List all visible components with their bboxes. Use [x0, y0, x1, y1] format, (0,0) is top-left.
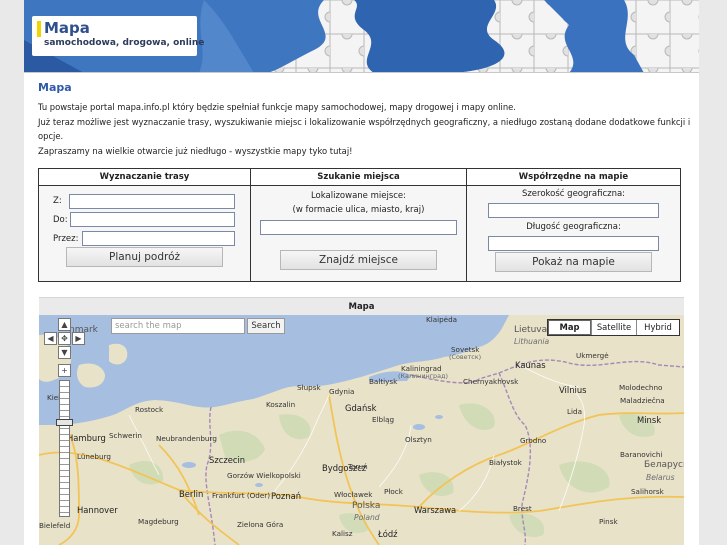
map-city-label: Schwerin [109, 431, 142, 440]
map-city-label: Chernyakhovsk [463, 377, 519, 386]
logo[interactable]: Mapa samochodowa, drogowa, online [32, 16, 204, 56]
pan-down-icon[interactable]: ▼ [58, 346, 71, 359]
place-label: Lokalizowane miejsce: [310, 191, 407, 201]
map-city-label: Kalisz [332, 529, 353, 538]
map-city-label: Kaunas [515, 360, 546, 370]
map-city-label: Lida [567, 407, 582, 416]
place-input[interactable] [260, 220, 457, 235]
map-city-label: Magdeburg [138, 517, 179, 526]
from-label: Z: [53, 196, 62, 206]
map-city-label: Brest [513, 504, 532, 513]
map-city-label: Salihorsk [631, 487, 664, 496]
intro-text-line: opcje. [38, 131, 64, 141]
show-on-map-button[interactable]: Pokaż na mapie [495, 252, 652, 272]
map-city-label: Neubrandenburg [156, 434, 217, 443]
map-city-label: Koszalin [266, 400, 296, 409]
longitude-label: Długość geograficzna: [526, 222, 621, 232]
map-type-satellite-button[interactable]: Satellite [591, 320, 636, 335]
map-city-label: Olsztyn [405, 435, 432, 444]
map-city-label: (Советск) [449, 353, 482, 361]
map-search-input[interactable]: search the map [111, 318, 245, 334]
map-city-label: Włocławek [334, 490, 373, 499]
map-city-label: Białystok [489, 458, 522, 467]
map-city-label: Warszawa [414, 505, 457, 515]
map-city-label: Berlin [179, 489, 204, 499]
map-city-label: Poznań [271, 491, 302, 501]
map-country-label: Belarus [646, 473, 675, 482]
map-country-label: Lithuania [514, 337, 550, 346]
find-place-button[interactable]: Znajdź miejsce [280, 250, 437, 270]
pan-right-icon[interactable]: ▶ [72, 332, 85, 345]
map-country-label: Polska [352, 501, 381, 511]
zoom-in-icon[interactable]: + [58, 364, 71, 377]
map-city-label: Frankfurt (Oder) [212, 491, 271, 500]
place-search-heading: Szukanie miejsca [251, 169, 466, 186]
map-city-label: Gorzów Wielkopolski [227, 471, 301, 480]
route-heading: Wyznaczanie trasy [39, 169, 250, 186]
latitude-input[interactable] [488, 203, 659, 218]
map-section: Mapa Lietuva Lithuania Polska Poland Бел… [39, 297, 684, 545]
map-type-switcher: Map Satellite Hybrid [547, 319, 680, 336]
map-city-label: Zielona Góra [237, 520, 284, 529]
route-to-input[interactable] [70, 212, 235, 227]
coordinates-panel: Współrzędne na mapie Szerokość geografic… [467, 169, 680, 281]
logo-title: Mapa [44, 19, 90, 37]
map-canvas[interactable]: Lietuva Lithuania Polska Poland Беларусь Bela… [39, 315, 684, 545]
route-via-input[interactable] [82, 231, 235, 246]
page-title: Mapa [38, 81, 72, 94]
map-city-label: Gdynia [329, 387, 355, 396]
intro-text-line: Już teraz możliwe jest wyznaczanie trasy… [38, 116, 691, 127]
map-city-label: Klaipėda [426, 315, 458, 324]
zoom-slider-handle[interactable] [56, 419, 73, 426]
to-label: Do: [53, 215, 68, 225]
pan-up-icon[interactable]: ▲ [58, 318, 71, 331]
coordinates-heading: Współrzędne na mapie [467, 169, 680, 186]
map-city-label: Toruń [348, 462, 368, 471]
map-type-hybrid-button[interactable]: Hybrid [636, 320, 679, 335]
map-city-label: Baltiysk [369, 377, 398, 386]
map-heading: Mapa [39, 297, 684, 315]
map-navigation-control: ▲ ◀ ✥ ▶ ▼ + [42, 318, 86, 528]
logo-subtitle: samochodowa, drogowa, online [44, 38, 205, 48]
pan-center-icon[interactable]: ✥ [58, 332, 71, 345]
header-banner: Mapa samochodowa, drogowa, online [24, 0, 699, 73]
place-format-hint: (w formacie ulica, miasto, kraj) [292, 205, 425, 215]
map-city-label: Ukmergė [576, 351, 609, 360]
map-country-label: Lietuva [514, 325, 548, 335]
map-city-label: Maladziečna [620, 396, 665, 405]
longitude-input[interactable] [488, 236, 659, 251]
map-city-label: Pinsk [599, 517, 618, 526]
plan-route-button[interactable]: Planuj podróż [66, 247, 223, 267]
latitude-label: Szerokość geograficzna: [521, 189, 626, 199]
place-search-panel: Szukanie miejsca Lokalizowane miejsce: (… [251, 169, 467, 281]
map-city-label: Gdańsk [345, 403, 377, 413]
main-content: Mapa Tu powstaje portal mapa.info.pl któ… [38, 78, 691, 158]
map-type-map-button[interactable]: Map [548, 320, 591, 335]
map-country-label: Poland [354, 513, 380, 522]
map-country-label: Беларусь [644, 460, 684, 470]
intro-text-line: Tu powstaje portal mapa.info.pl który bę… [38, 102, 516, 112]
map-city-label: (Калининград) [398, 372, 448, 380]
map-city-label: Płock [384, 487, 403, 496]
intro-text-line: Zapraszamy na wielkie otwarcie już niedł… [38, 145, 353, 156]
map-city-label: Słupsk [297, 383, 321, 392]
route-from-input[interactable] [69, 194, 235, 209]
zoom-slider-track[interactable] [59, 380, 70, 517]
map-city-label: Vilnius [559, 385, 587, 395]
via-label: Przez: [53, 234, 79, 244]
map-city-label: Molodechno [619, 383, 663, 392]
map-city-label: Szczecin [209, 455, 246, 465]
map-city-label: Grodno [520, 436, 547, 445]
map-city-label: Łódź [378, 529, 398, 539]
map-search-button[interactable]: Search [247, 318, 285, 334]
page: Mapa samochodowa, drogowa, online Mapa T… [24, 0, 699, 545]
map-city-label: Rostock [135, 405, 164, 414]
map-city-label: Elbląg [372, 415, 395, 424]
tools-table: Wyznaczanie trasy Z: Do: Przez: Planuj p… [38, 168, 681, 282]
route-panel: Wyznaczanie trasy Z: Do: Przez: Planuj p… [39, 169, 251, 281]
pan-left-icon[interactable]: ◀ [44, 332, 57, 345]
map-city-label: Minsk [637, 415, 662, 425]
logo-accent-bar [37, 21, 41, 37]
map-city-label: Baranovichi [620, 450, 663, 459]
